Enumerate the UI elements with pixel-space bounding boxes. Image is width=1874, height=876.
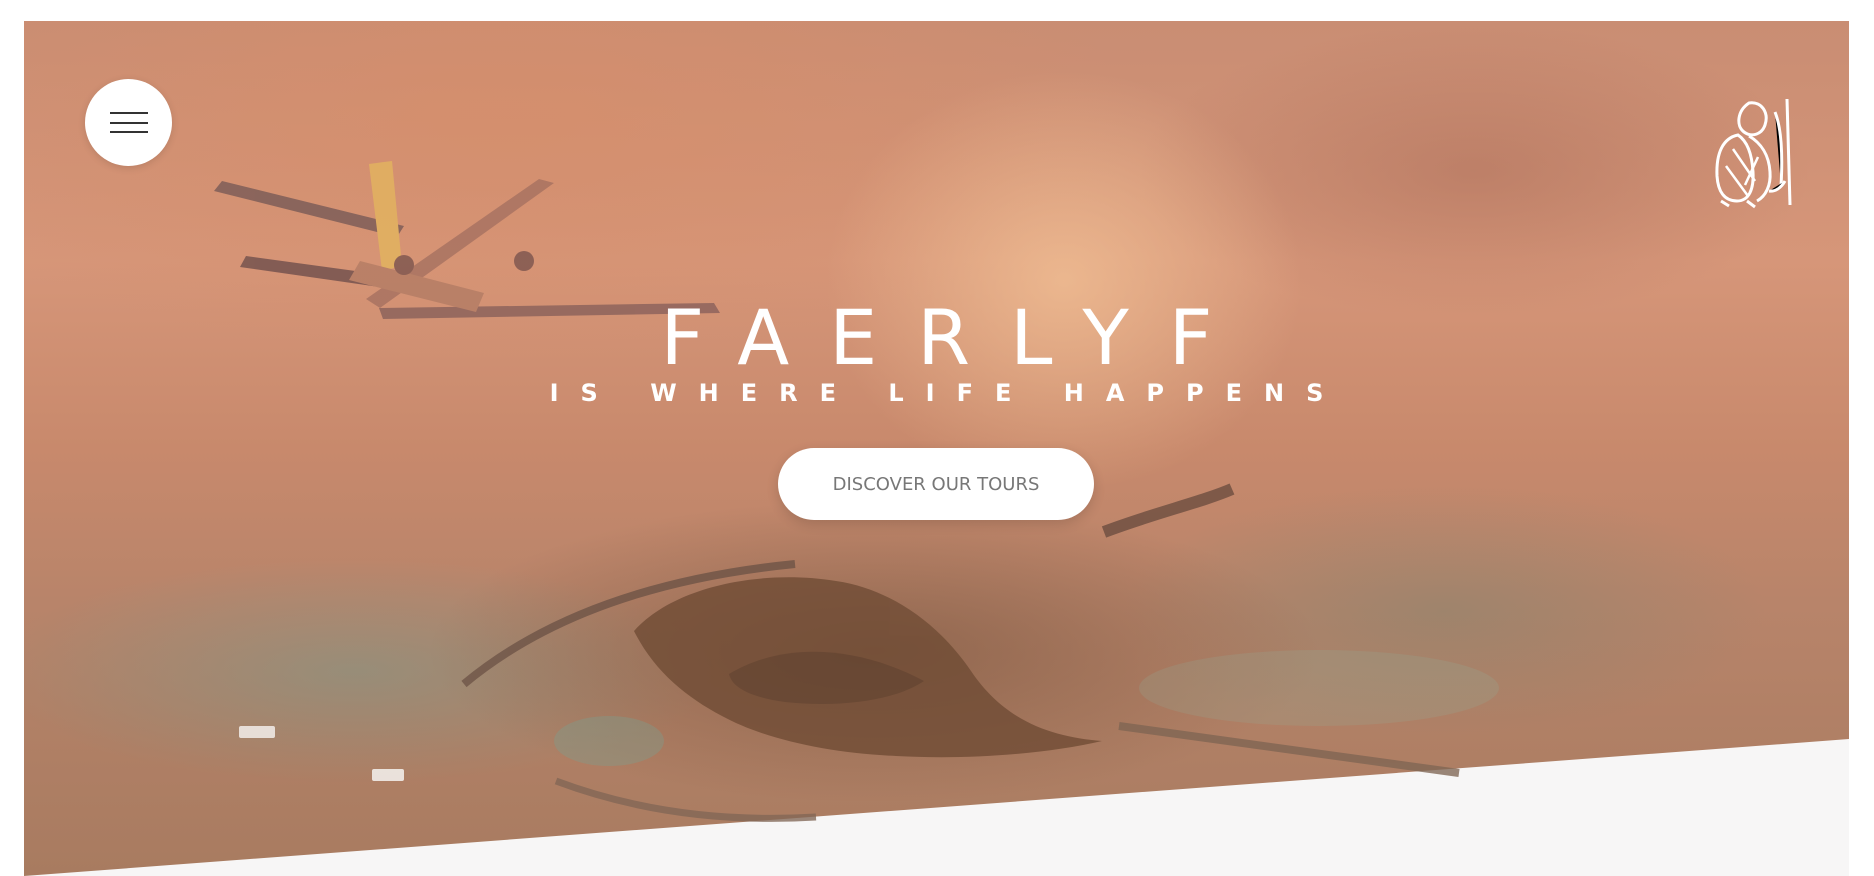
menu-button[interactable]	[85, 79, 172, 166]
landing-page: FAERLYF IS WHERE LIFE HAPPENS DISCOVER O…	[0, 0, 1874, 876]
hiker-logo-icon[interactable]	[1699, 93, 1809, 213]
discover-tours-button[interactable]: DISCOVER OUR TOURS	[778, 448, 1094, 520]
hero-title: FAERLYF	[660, 292, 1253, 382]
boats-image	[239, 726, 404, 781]
hamburger-icon	[109, 112, 148, 133]
hamburger-line	[109, 131, 148, 133]
hamburger-line	[109, 112, 148, 114]
hero-section: FAERLYF IS WHERE LIFE HAPPENS DISCOVER O…	[24, 21, 1849, 876]
island-image	[461, 483, 1499, 822]
hero-subtitle: IS WHERE LIFE HAPPENS	[549, 378, 1346, 407]
hamburger-line	[109, 121, 148, 124]
